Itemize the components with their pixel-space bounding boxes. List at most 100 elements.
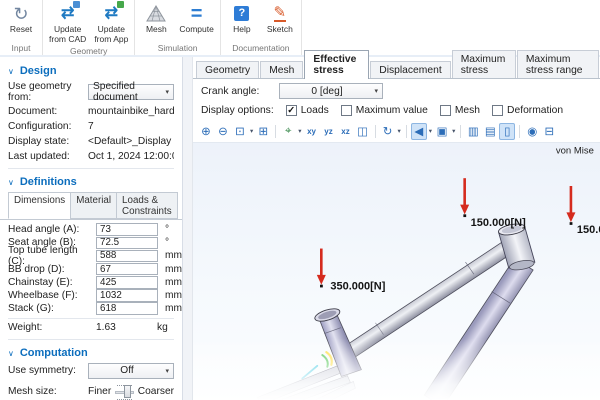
checkbox-mesh-label: Mesh xyxy=(455,105,480,116)
results-tab-bar: Geometry Mesh Effective stress Displacem… xyxy=(193,57,600,79)
checkbox-loads-label: Loads xyxy=(301,105,329,116)
load-arrow-350N: 350.000[N] xyxy=(317,249,386,293)
definitions-section-header[interactable]: ∨ Definitions xyxy=(0,172,182,191)
checkbox-loads[interactable]: ✓ Loads xyxy=(286,105,329,116)
weight-value: 1.63 xyxy=(96,322,150,333)
crank-angle-select[interactable]: 0 [deg] ▾ xyxy=(279,83,383,99)
divider xyxy=(8,339,174,340)
last-updated-value: Oct 1, 2024 12:00:00 AM xyxy=(88,151,174,162)
mesh-size-slider[interactable] xyxy=(115,384,134,400)
use-geometry-value: Specified document xyxy=(93,81,161,103)
view-xz-icon[interactable]: xz xyxy=(338,123,354,140)
top-tube-length-field[interactable] xyxy=(96,250,158,263)
compute-label: Compute xyxy=(179,24,214,34)
crank-angle-label: Crank angle: xyxy=(201,86,273,97)
chevron-down-icon: ∨ xyxy=(8,178,14,187)
mirror-view-icon[interactable]: ◫ xyxy=(355,123,371,140)
plot-title-clipped: von Mise xyxy=(556,145,594,156)
view-yz-icon[interactable]: yz xyxy=(321,123,337,140)
compute-button[interactable]: = Compute xyxy=(176,2,217,35)
tab-geometry[interactable]: Geometry xyxy=(196,61,259,78)
checkbox-deformation[interactable]: Deformation xyxy=(492,105,563,116)
display-state-value: <Default>_Display State xyxy=(88,136,174,147)
settings-sidebar: ∨ Design Use geometry from: Specified do… xyxy=(0,57,183,400)
design-section-header[interactable]: ∨ Design xyxy=(0,61,182,80)
use-geometry-select[interactable]: Specified document ▾ xyxy=(88,84,174,100)
checkbox-maximum-value[interactable]: Maximum value xyxy=(341,105,428,116)
unit-label: mm xyxy=(158,303,182,314)
snapshot-icon[interactable]: ◉ xyxy=(524,123,540,140)
mesh-coarser-label: Coarser xyxy=(138,386,174,397)
bb-drop-field[interactable] xyxy=(96,263,158,276)
chevron-down-icon: ▾ xyxy=(165,367,169,375)
chevron-down-icon: ∨ xyxy=(8,67,14,76)
zoom-out-icon[interactable]: ⊖ xyxy=(215,123,231,140)
mesh-icon xyxy=(146,3,166,24)
chevron-down-icon[interactable]: ▾ xyxy=(397,127,402,135)
unit-label: kg xyxy=(150,322,174,333)
use-symmetry-select[interactable]: Off ▾ xyxy=(88,363,174,379)
tab-material[interactable]: Material xyxy=(70,192,117,219)
lighting-icon[interactable]: ◀ xyxy=(411,123,427,140)
ribbon-group-label: Documentation xyxy=(224,42,298,55)
view-xy-icon[interactable]: xy xyxy=(304,123,320,140)
tab-mesh[interactable]: Mesh xyxy=(260,61,303,78)
cad-badge-icon xyxy=(73,1,80,8)
checkbox-icon xyxy=(492,105,503,116)
unit-label: ° xyxy=(158,224,182,235)
slider-thumb[interactable] xyxy=(124,385,131,398)
stack-field[interactable] xyxy=(96,302,158,315)
chevron-down-icon[interactable]: ▾ xyxy=(428,127,433,135)
divider xyxy=(375,125,376,138)
checkbox-icon: ✓ xyxy=(286,105,297,116)
computation-section-header[interactable]: ∨ Computation xyxy=(0,343,182,362)
chevron-down-icon[interactable]: ▾ xyxy=(249,127,254,135)
fade-overlay xyxy=(193,338,600,400)
checkbox-mesh[interactable]: Mesh xyxy=(440,105,480,116)
show-side-panel-icon[interactable]: ▯ xyxy=(499,123,515,140)
chevron-down-icon[interactable]: ▾ xyxy=(451,127,456,135)
show-plot-icon[interactable]: ▤ xyxy=(482,123,498,140)
divider xyxy=(275,125,276,138)
divider xyxy=(8,168,174,169)
scene-settings-icon[interactable]: ▣ xyxy=(434,123,450,140)
tab-dimensions[interactable]: Dimensions xyxy=(8,192,71,219)
help-button[interactable]: ? Help xyxy=(224,2,260,35)
sidebar-scrollbar[interactable] xyxy=(183,57,193,400)
unit-label: mm xyxy=(158,290,182,301)
chevron-down-icon[interactable]: ▾ xyxy=(297,127,302,135)
go-to-default-view-icon[interactable]: ⌖ xyxy=(280,123,296,140)
sketch-button[interactable]: ✎ Sketch xyxy=(262,2,298,35)
head-angle-field[interactable] xyxy=(96,223,158,236)
rotate-view-icon[interactable]: ↻ xyxy=(380,123,396,140)
tab-loads-constraints[interactable]: Loads & Constraints xyxy=(116,192,178,219)
tab-maximum-stress-range[interactable]: Maximum stress range xyxy=(517,50,599,78)
use-symmetry-label: Use symmetry: xyxy=(8,365,88,376)
load-label-150N-right: 150.0 xyxy=(577,224,600,236)
wheelbase-field[interactable] xyxy=(96,289,158,302)
tab-effective-stress[interactable]: Effective stress xyxy=(304,50,369,79)
dimensions-panel: Head angle (A):° Seat angle (B):° Top tu… xyxy=(0,219,182,335)
chainstay-label: Chainstay (E): xyxy=(8,277,96,288)
zoom-box-icon[interactable]: ⊡ xyxy=(232,123,248,140)
display-state-label: Display state: xyxy=(8,136,88,147)
update-from-app-button[interactable]: ⇄ Update from App xyxy=(91,2,131,45)
unit-label: mm xyxy=(158,250,182,261)
divider xyxy=(406,125,407,138)
graphics-canvas[interactable]: 350.000[N] 150.000[N] 150.0 xyxy=(193,142,600,400)
tab-displacement[interactable]: Displacement xyxy=(370,61,450,78)
zoom-in-icon[interactable]: ⊕ xyxy=(198,123,214,140)
update-from-cad-button[interactable]: ⇄ Update from CAD xyxy=(46,2,89,45)
zoom-extents-icon[interactable]: ⊞ xyxy=(255,123,271,140)
results-panel: Geometry Mesh Effective stress Displacem… xyxy=(193,57,600,400)
show-color-legend-icon[interactable]: ▥ xyxy=(465,123,481,140)
chainstay-field[interactable] xyxy=(96,276,158,289)
mesh-button[interactable]: Mesh xyxy=(138,2,174,35)
tab-maximum-stress[interactable]: Maximum stress xyxy=(452,50,516,78)
divider xyxy=(8,318,174,319)
definitions-tabs: Dimensions Material Loads & Constraints xyxy=(8,192,174,219)
help-label: Help xyxy=(233,24,250,34)
seat-angle-field[interactable] xyxy=(96,237,158,250)
reset-button[interactable]: ↻ Reset xyxy=(3,2,39,35)
print-icon[interactable]: ⊟ xyxy=(541,123,557,140)
